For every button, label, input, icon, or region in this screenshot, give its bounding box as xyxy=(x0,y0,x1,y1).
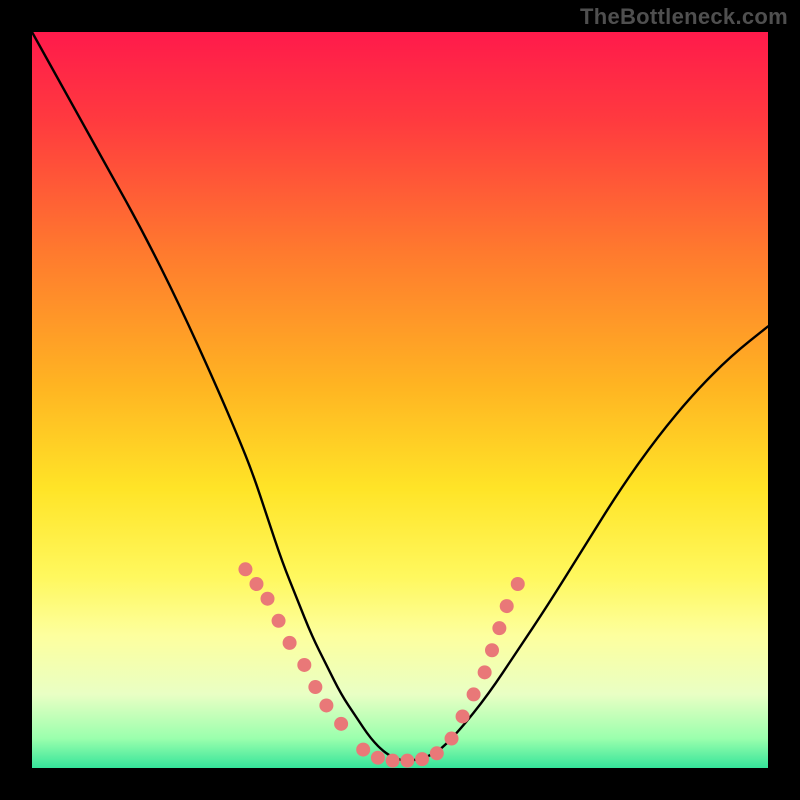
marker-dot xyxy=(400,754,414,768)
plot-area xyxy=(32,32,768,768)
marker-dot xyxy=(272,614,286,628)
marker-dot xyxy=(415,752,429,766)
marker-dot xyxy=(492,621,506,635)
gradient-background xyxy=(32,32,768,768)
marker-dot xyxy=(445,732,459,746)
marker-dot xyxy=(319,698,333,712)
marker-dot xyxy=(297,658,311,672)
marker-dot xyxy=(249,577,263,591)
marker-dot xyxy=(456,709,470,723)
chart-frame: TheBottleneck.com xyxy=(0,0,800,800)
marker-dot xyxy=(238,562,252,576)
marker-dot xyxy=(485,643,499,657)
marker-dot xyxy=(430,746,444,760)
chart-svg xyxy=(32,32,768,768)
marker-dot xyxy=(308,680,322,694)
marker-dot xyxy=(261,592,275,606)
marker-dot xyxy=(371,751,385,765)
marker-dot xyxy=(511,577,525,591)
marker-dot xyxy=(500,599,514,613)
marker-dot xyxy=(478,665,492,679)
marker-dot xyxy=(283,636,297,650)
marker-dot xyxy=(356,743,370,757)
watermark-text: TheBottleneck.com xyxy=(580,4,788,30)
marker-dot xyxy=(467,687,481,701)
marker-dot xyxy=(334,717,348,731)
marker-dot xyxy=(386,754,400,768)
